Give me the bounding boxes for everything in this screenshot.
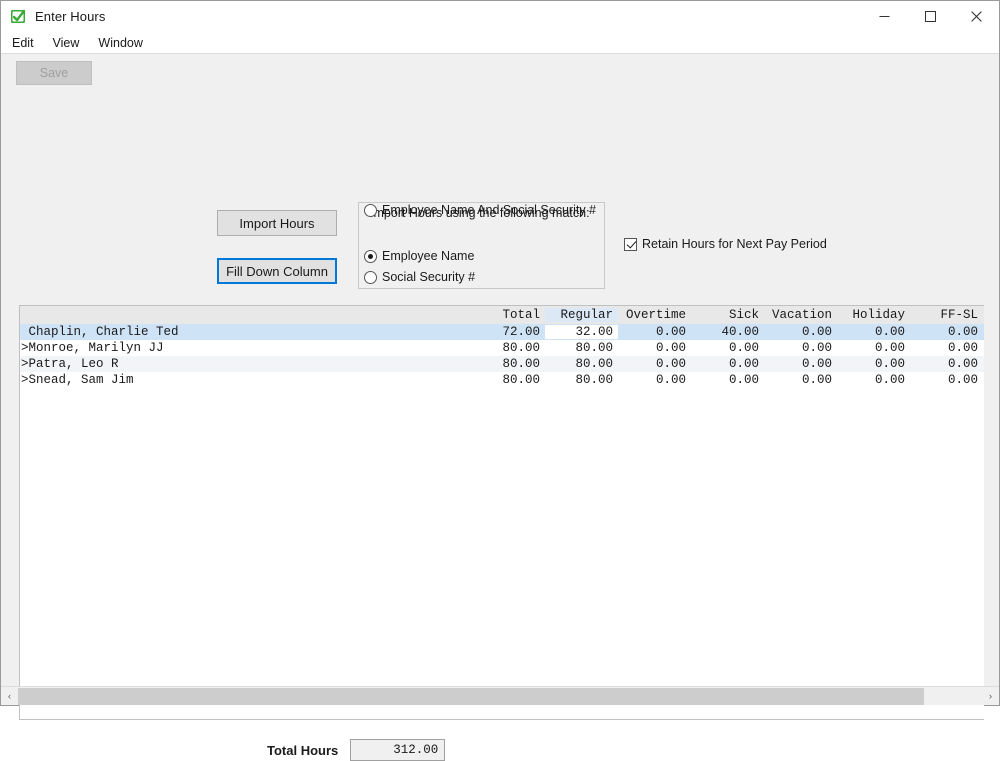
minimize-button[interactable] [861,1,907,32]
cell-total[interactable]: 72.00 [472,325,545,339]
cell-sick[interactable]: 0.00 [691,373,764,387]
cell-regular[interactable]: 80.00 [545,341,618,355]
cell-ffsl[interactable]: 0.00 [910,373,983,387]
cell-sick[interactable]: 0.00 [691,341,764,355]
cell-total[interactable]: 80.00 [472,373,545,387]
menu-item-edit[interactable]: Edit [8,34,42,52]
radio-employee-name[interactable]: Employee Name [364,249,474,263]
table-row[interactable]: Chaplin, Charlie Ted 72.00 32.00 0.00 40… [20,324,984,340]
radio-selected-icon [364,249,377,263]
total-hours-label: Total Hours [267,742,339,758]
total-hours-value: 312.00 [350,739,446,761]
cell-employee-name[interactable]: >Patra, Leo R [20,357,472,371]
column-header-ffsl[interactable]: FF-SL [910,308,983,322]
maximize-button[interactable] [907,1,953,32]
column-header-regular[interactable]: Regular [545,308,618,322]
cell-total[interactable]: 80.00 [472,341,545,355]
scrollbar-track[interactable] [18,687,982,705]
cell-total[interactable]: 80.00 [472,357,545,371]
retain-hours-checkbox[interactable]: Retain Hours for Next Pay Period [624,237,827,251]
total-hours-row: Total Hours 312.00 [267,739,446,761]
scroll-right-icon[interactable]: › [982,687,999,705]
cell-overtime[interactable]: 0.00 [618,341,691,355]
scrollbar-thumb[interactable] [18,687,925,705]
radio-employee-name-and-ssn-label: Employee Name And Social Security # [382,203,596,217]
grid-header-row: Total Regular Overtime Sick Vacation Hol… [20,306,984,324]
menu-item-view[interactable]: View [49,34,88,52]
cell-regular[interactable]: 80.00 [545,357,618,371]
radio-unselected-icon [364,270,377,284]
radio-unselected-icon [364,203,377,217]
column-header-sick[interactable]: Sick [691,308,764,322]
cell-vacation[interactable]: 0.00 [764,373,837,387]
radio-social-security-label: Social Security # [382,270,476,284]
cell-overtime[interactable]: 0.00 [618,373,691,387]
cell-overtime[interactable]: 0.00 [618,357,691,371]
import-match-groupbox: Import Hours using the following match: … [358,202,605,289]
title-bar: Enter Hours [1,1,999,32]
menu-item-window[interactable]: Window [94,34,150,52]
column-header-total[interactable]: Total [472,308,545,322]
cell-ffsl[interactable]: 0.00 [910,357,983,371]
table-row[interactable]: >Monroe, Marilyn JJ 80.00 80.00 0.00 0.0… [20,340,984,356]
import-hours-button[interactable]: Import Hours [217,210,337,236]
cell-holiday[interactable]: 0.00 [837,341,910,355]
cell-regular[interactable]: 80.00 [545,373,618,387]
scroll-left-icon[interactable]: ‹ [1,687,18,705]
cell-ffsl[interactable]: 0.00 [910,325,983,339]
app-checkmark-icon [10,8,27,25]
cell-vacation[interactable]: 0.00 [764,325,837,339]
column-header-overtime[interactable]: Overtime [618,308,691,322]
checkbox-checked-icon [624,237,637,251]
menu-bar: Edit View Window [1,32,999,53]
cell-employee-name[interactable]: Chaplin, Charlie Ted [20,325,472,339]
fill-down-column-button[interactable]: Fill Down Column [217,258,337,284]
retain-hours-label: Retain Hours for Next Pay Period [642,237,827,251]
horizontal-scrollbar[interactable]: ‹ › [1,686,999,705]
cell-sick[interactable]: 40.00 [691,325,764,339]
hours-grid[interactable]: Total Regular Overtime Sick Vacation Hol… [19,305,984,720]
cell-sick[interactable]: 0.00 [691,357,764,371]
column-header-holiday[interactable]: Holiday [837,308,910,322]
cell-overtime[interactable]: 0.00 [618,325,691,339]
cell-regular[interactable]: 32.00 [545,325,618,339]
cell-vacation[interactable]: 0.00 [764,341,837,355]
table-row[interactable]: >Patra, Leo R 80.00 80.00 0.00 0.00 0.00… [20,356,984,372]
close-button[interactable] [953,1,999,32]
toolbar: Save [1,53,999,92]
window-title: Enter Hours [35,9,106,24]
cell-employee-name[interactable]: >Snead, Sam Jim [20,373,472,387]
action-buttons: Import Hours Fill Down Column [217,210,337,284]
cell-ffsl[interactable]: 0.00 [910,341,983,355]
table-row[interactable]: >Snead, Sam Jim 80.00 80.00 0.00 0.00 0.… [20,372,984,388]
cell-vacation[interactable]: 0.00 [764,357,837,371]
radio-social-security[interactable]: Social Security # [364,270,475,284]
main-panel: Import Hours Fill Down Column Import Hou… [1,92,999,761]
cell-holiday[interactable]: 0.00 [837,357,910,371]
cell-holiday[interactable]: 0.00 [837,325,910,339]
cell-holiday[interactable]: 0.00 [837,373,910,387]
window-controls [861,1,999,32]
radio-employee-name-and-ssn[interactable]: Employee Name And Social Security # [364,203,596,217]
save-button[interactable]: Save [16,61,92,85]
radio-employee-name-label: Employee Name [382,249,475,263]
enter-hours-window: Enter Hours Edit View Window Save Import… [0,0,1000,761]
cell-employee-name[interactable]: >Monroe, Marilyn JJ [20,341,472,355]
column-header-vacation[interactable]: Vacation [764,308,837,322]
